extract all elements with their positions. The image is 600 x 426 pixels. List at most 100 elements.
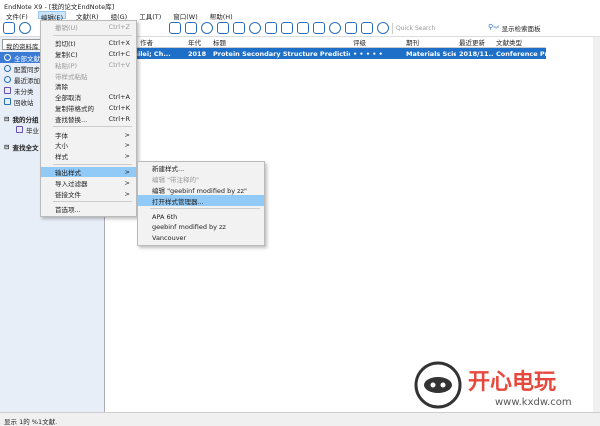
menu-item-link-files[interactable]: 链接文件 >	[41, 188, 136, 199]
menu-item-paste[interactable]: 粘贴(P) Ctrl+V	[41, 59, 136, 70]
menu-item-font[interactable]: 字体 >	[41, 129, 136, 140]
menu-item-text: 剪切(t)	[55, 40, 76, 49]
show-search-panel-label: 显示检索面板	[501, 25, 541, 33]
menu-item-text: >	[124, 178, 130, 187]
show-search-panel-button[interactable]: ︾ 显示检索面板	[493, 23, 541, 33]
format-icon[interactable]	[313, 22, 325, 34]
col-rating[interactable]: 评级	[350, 37, 403, 47]
col-year[interactable]: 年代	[185, 37, 210, 47]
menu-item-text: 样式	[55, 153, 68, 162]
unfiled-icon	[4, 87, 11, 94]
globe-icon[interactable]	[19, 22, 31, 34]
menu-item-text: 链接文件	[55, 190, 81, 199]
trash-icon	[4, 98, 11, 105]
link-icon[interactable]	[265, 22, 277, 34]
menu-item-text: 复制(C)	[55, 50, 78, 59]
output-styles-submenu: 新建样式... 编辑 "带注释的" 编辑 "geebinf modified b…	[137, 161, 265, 246]
menu-item-import-filters[interactable]: 导入过滤器 >	[41, 177, 136, 188]
search-online-icon[interactable]	[201, 22, 213, 34]
svg-text:www.kxdw.com: www.kxdw.com	[495, 397, 572, 408]
clock-icon	[4, 76, 11, 83]
find-fulltext-icon[interactable]	[249, 22, 261, 34]
menu-item-text: 粘贴(P)	[55, 61, 77, 70]
menu-item-text: 大小	[55, 142, 68, 151]
open-folder-icon[interactable]	[281, 22, 293, 34]
menu-item-copy-formatted[interactable]: 复制带格式的 Ctrl+K	[41, 103, 136, 114]
cell-journal: Materials Scien...	[406, 49, 456, 58]
copy-icon[interactable]	[169, 22, 181, 34]
sidebar-item-label: 未分类	[14, 87, 34, 96]
separator	[53, 126, 132, 128]
menu-references[interactable]: 文献(R)	[74, 11, 101, 21]
menu-item-select-all[interactable]: 全部取消 Ctrl+A	[41, 92, 136, 103]
menu-item-output-styles[interactable]: 输出样式 >	[41, 166, 136, 178]
menu-item-cut[interactable]: 剪切(t) Ctrl+X	[41, 38, 136, 49]
group-label: 毕业	[26, 126, 39, 135]
col-journal[interactable]: 期刊	[403, 37, 456, 47]
col-title[interactable]: 标题	[210, 37, 350, 47]
menu-item-geebinf[interactable]: geebinf modified by zz	[138, 222, 264, 233]
menu-item-text: Ctrl+Z	[108, 23, 130, 32]
menu-item-edit-annotated[interactable]: 编辑 "带注释的"	[138, 174, 264, 185]
menu-groups[interactable]: 组(G)	[109, 11, 130, 21]
quote-icon[interactable]	[297, 22, 309, 34]
separator	[53, 163, 132, 165]
menu-window[interactable]: 窗口(W)	[171, 11, 200, 21]
menu-item-apa-6th[interactable]: APA 6th	[138, 211, 264, 222]
menu-item-text: >	[124, 141, 130, 150]
col-updated[interactable]: 最近更新	[456, 37, 493, 47]
status-text: 显示 1的 %1文献.	[4, 418, 58, 426]
separator	[53, 34, 132, 36]
export-icon[interactable]	[233, 22, 245, 34]
menu-item-undo[interactable]: 撤销(U) Ctrl+Z	[41, 22, 136, 33]
title-bar: EndNote X9 - [我的论文EndNote库]	[0, 0, 600, 11]
quick-search-input[interactable]: Quick Search	[392, 23, 487, 34]
chevron-down-icon: ︾	[493, 25, 502, 33]
menu-item-text: Ctrl+A	[108, 93, 130, 102]
folder-icon[interactable]	[3, 22, 15, 34]
sidebar-item-label: 最近添加	[14, 76, 40, 85]
table-row[interactable]: ...ng, Leilei; Ch... 2018 Protein Second…	[105, 48, 546, 59]
menu-item-text: >	[124, 152, 130, 161]
cell-year: 2018	[188, 49, 207, 58]
menu-item-edit-geebinf[interactable]: 编辑 "geebinf modified by zz"	[138, 185, 264, 196]
menu-item-text: Ctrl+V	[108, 60, 130, 69]
sync-icon[interactable]	[329, 22, 341, 34]
menu-item-text: >	[124, 130, 130, 139]
group-share-icon[interactable]	[361, 22, 373, 34]
menu-file[interactable]: 文件(F)	[4, 11, 30, 21]
menu-item-new-style[interactable]: 新建样式...	[138, 163, 264, 174]
menu-item-style[interactable]: 样式 >	[41, 151, 136, 162]
menu-item-find-replace[interactable]: 查找替换... Ctrl+R	[41, 113, 136, 124]
group-title: 我的分组	[12, 115, 39, 124]
menu-item-text: 首选项...	[55, 206, 81, 215]
edit-menu: 撤销(U) Ctrl+Z 剪切(t) Ctrl+X 复制(C) Ctrl+C 粘贴(P…	[40, 20, 137, 217]
menu-item-text: 导入过滤器	[55, 179, 88, 188]
share-icon[interactable]	[345, 22, 357, 34]
svg-text:开心电玩: 开心电玩	[468, 370, 556, 395]
menu-tools[interactable]: 工具(T)	[137, 11, 163, 21]
watermark-logo: 开心电玩 www.kxdw.com	[410, 355, 600, 415]
menu-item-clear[interactable]: 清除	[41, 81, 136, 92]
menu-item-paste-with-style[interactable]: 带样式粘贴	[41, 70, 136, 81]
document-icon[interactable]	[185, 22, 197, 34]
menu-item-size[interactable]: 大小 >	[41, 140, 136, 151]
menu-item-open-style-manager[interactable]: 打开样式管理器...	[138, 195, 264, 207]
collapse-icon: ⊟	[4, 142, 10, 151]
menu-item-copy[interactable]: 复制(C) Ctrl+C	[41, 49, 136, 60]
import-icon[interactable]	[217, 22, 229, 34]
sidebar-item-label: 全部文献	[14, 54, 40, 63]
cell-rating[interactable]: • • • • •	[350, 50, 403, 58]
menu-item-vancouver[interactable]: Vancouver	[138, 233, 264, 244]
menu-item-text: 输出样式	[55, 168, 81, 177]
menu-item-text: 复制带格式的	[55, 104, 94, 113]
menu-edit[interactable]: 编辑(E)	[37, 11, 66, 22]
collapse-icon: ⊟	[4, 114, 10, 123]
sync-icon	[4, 65, 11, 72]
menu-item-preferences[interactable]: 首选项...	[41, 204, 136, 215]
menu-bar: 文件(F) 编辑(E) 文献(R) 组(G) 工具(T) 窗口(W) 帮助(H)	[0, 10, 600, 22]
group-icon	[16, 126, 23, 133]
col-type[interactable]: 文献类型	[493, 37, 546, 47]
menu-help[interactable]: 帮助(H)	[208, 11, 235, 21]
help-icon[interactable]	[377, 22, 389, 34]
